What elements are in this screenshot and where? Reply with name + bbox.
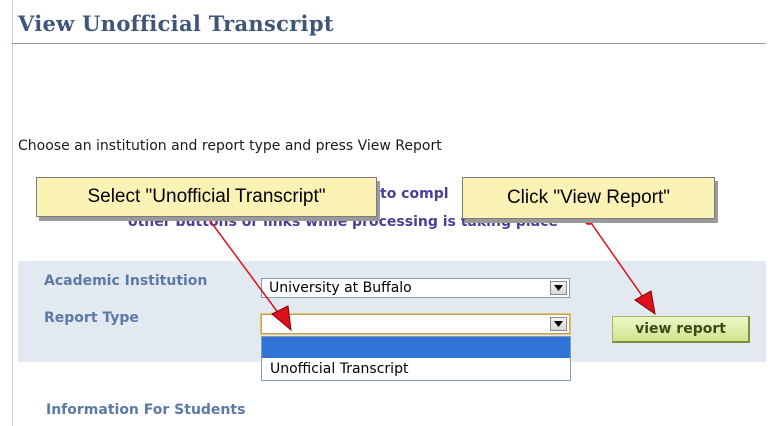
arrow-to-view-report [588, 219, 646, 301]
callout-click-view-report: Click "View Report" [462, 177, 715, 219]
arrow-head-view-report-icon [634, 290, 656, 316]
callout-select-transcript: Select "Unofficial Transcript" [36, 177, 377, 217]
arrow-to-report-type [204, 213, 283, 319]
